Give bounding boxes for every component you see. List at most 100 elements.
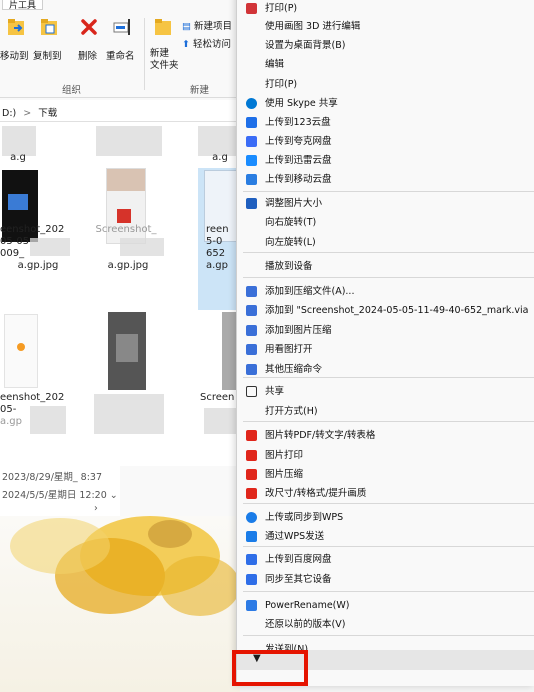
menu-item-label: PowerRename(W) <box>265 600 350 611</box>
menu-item-27[interactable]: 上传到百度网盘 <box>237 550 534 569</box>
wps-icon <box>246 488 257 499</box>
resize-icon <box>246 198 257 209</box>
menu-item-3[interactable]: 编辑 <box>237 55 534 74</box>
wps-icon <box>246 430 257 441</box>
easy-access-button[interactable]: ⬆ 轻松访问 <box>182 36 231 50</box>
menu-item-23[interactable]: 图片压缩 <box>237 465 534 484</box>
menu-item-17[interactable]: 用看图打开 <box>237 340 534 359</box>
wps-send-icon <box>246 531 257 542</box>
menu-item-label: 其他压缩命令 <box>265 364 323 375</box>
file-name-blurred <box>94 394 164 434</box>
menu-item-label: 上传到迅雷云盘 <box>265 155 332 166</box>
menu-item-15[interactable]: 添加到 "Screenshot_2024-05-05-11-49-40-652_… <box>237 301 534 320</box>
archive-icon <box>246 286 257 297</box>
menu-item-22[interactable]: 图片打印 <box>237 446 534 465</box>
new-folder-icon <box>155 19 171 35</box>
menu-separator <box>243 635 534 636</box>
menu-item-label: 添加到图片压缩 <box>265 325 332 336</box>
menu-item-6[interactable]: 上传到123云盘 <box>237 113 534 132</box>
menu-item-label: 图片压缩 <box>265 469 304 480</box>
menu-item-label: 用看图打开 <box>265 344 313 355</box>
menu-item-2[interactable]: 设置为桌面背景(B) <box>237 36 534 55</box>
new-folder-button[interactable] <box>148 16 178 44</box>
menu-item-4[interactable]: 打印(P) <box>237 75 534 94</box>
menu-item-7[interactable]: 上传到夸克网盘 <box>237 132 534 151</box>
menu-item-19[interactable]: 共享 <box>237 382 534 401</box>
menu-item-13[interactable]: 播放到设备 <box>237 257 534 276</box>
menu-item-label: 图片打印 <box>265 450 304 461</box>
menu-item-28[interactable]: 同步至其它设备 <box>237 570 534 589</box>
sunflower-wallpaper-image <box>10 516 240 616</box>
menu-item-16[interactable]: 添加到图片压缩 <box>237 321 534 340</box>
mobile-cloud-icon <box>246 174 257 185</box>
date-row: 2023/8/29/星期_ 8:37 <box>0 466 120 484</box>
menu-item-24[interactable]: 改尺寸/转格式/提升画质 <box>237 484 534 503</box>
menu-item-25[interactable]: 上传或同步到WPS <box>237 508 534 527</box>
menu-item-30[interactable]: 还原以前的版本(V) <box>237 615 534 634</box>
menu-item-label: 向左旋转(L) <box>265 237 316 248</box>
menu-separator <box>243 503 534 504</box>
breadcrumb-drive[interactable]: D:) <box>2 108 16 119</box>
menu-item-14[interactable]: 添加到压缩文件(A)... <box>237 282 534 301</box>
menu-item-20[interactable]: 打开方式(H) <box>237 402 534 421</box>
file-thumbnail-screenshot[interactable] <box>108 312 146 390</box>
file-name-blurred <box>204 408 238 434</box>
thumbnail-image-content <box>116 334 138 362</box>
new-item-icon: ▤ <box>182 21 191 32</box>
file-grid: a.g a.g eenshot_202 05-05 009_ a.gp.jpg … <box>0 122 240 466</box>
menu-item-21[interactable]: 图片转PDF/转文字/转表格 <box>237 426 534 445</box>
menu-item-5[interactable]: 使用 Skype 共享 <box>237 94 534 113</box>
share-icon <box>246 386 257 397</box>
delete-label: 删除 <box>78 51 98 62</box>
menu-item-26[interactable]: 通过WPS发送 <box>237 527 534 546</box>
menu-item-label: 编辑 <box>265 59 285 70</box>
scroll-right-row: › <box>0 500 120 516</box>
menu-item-9[interactable]: 上传到移动云盘 <box>237 170 534 189</box>
menu-item-29[interactable]: PowerRename(W) <box>237 596 534 615</box>
ribbon: 移动到 复制到 删除 重命名 新建 文件夹 ▤ 新建项目 ⬆ 轻松访问 组织 新… <box>0 10 240 98</box>
address-bar[interactable]: D:) > 下载 <box>0 100 240 122</box>
wps-cloud-icon <box>246 512 257 523</box>
copy-to-label: 复制到 <box>33 51 62 62</box>
menu-item-12[interactable]: 向左旋转(L) <box>237 233 534 252</box>
chevron-right-icon[interactable]: › <box>94 503 98 514</box>
menu-item-10[interactable]: 调整图片大小 <box>237 194 534 213</box>
menu-item-11[interactable]: 向右旋转(T) <box>237 213 534 232</box>
new-item-button[interactable]: ▤ 新建项目 <box>182 18 232 32</box>
menu-item-label: 还原以前的版本(V) <box>265 619 346 630</box>
menu-item-18[interactable]: 其他压缩命令 <box>237 360 534 379</box>
print-icon <box>246 3 257 14</box>
file-thumbnail-blurred[interactable] <box>96 126 162 156</box>
breadcrumb-folder[interactable]: 下载 <box>38 108 57 119</box>
ribbon-tab-picture-tools[interactable]: 片工具 <box>2 0 44 11</box>
menu-item-label: 设置为桌面背景(B) <box>265 40 346 51</box>
menu-item-label: 上传到123云盘 <box>265 117 331 128</box>
file-thumbnail-screenshot[interactable] <box>4 314 38 388</box>
copy-to-button[interactable] <box>32 16 66 44</box>
menu-item-0[interactable]: 打印(P) <box>237 0 534 18</box>
file-name-blurred <box>120 238 164 256</box>
file-extension: a.gp <box>0 416 23 427</box>
wps-icon <box>246 469 257 480</box>
file-name: Screen <box>200 392 235 403</box>
group-label-new: 新建 <box>190 85 210 96</box>
menu-item-1[interactable]: 使用画图 3D 进行编辑 <box>237 17 534 36</box>
menu-item-label: 上传到夸克网盘 <box>265 136 332 147</box>
folder-move-icon <box>8 19 24 35</box>
menu-item-label: 添加到压缩文件(A)... <box>265 286 355 297</box>
wps-icon <box>246 450 257 461</box>
delete-button[interactable] <box>74 16 104 44</box>
rename-button[interactable] <box>106 16 140 44</box>
menu-separator <box>243 191 534 192</box>
menu-item-label: 打印(P) <box>265 3 298 14</box>
file-name: a.g <box>10 152 26 163</box>
menu-item-label: 上传或同步到WPS <box>265 512 344 523</box>
cloud123-icon <box>246 117 257 128</box>
menu-item-label: 通过WPS发送 <box>265 531 325 542</box>
delete-x-icon <box>81 19 97 35</box>
menu-item-8[interactable]: 上传到迅雷云盘 <box>237 151 534 170</box>
baidu-icon <box>246 574 257 585</box>
move-to-button[interactable] <box>0 16 32 44</box>
menu-item-label: 同步至其它设备 <box>265 574 332 585</box>
move-to-label: 移动到 <box>0 51 29 62</box>
